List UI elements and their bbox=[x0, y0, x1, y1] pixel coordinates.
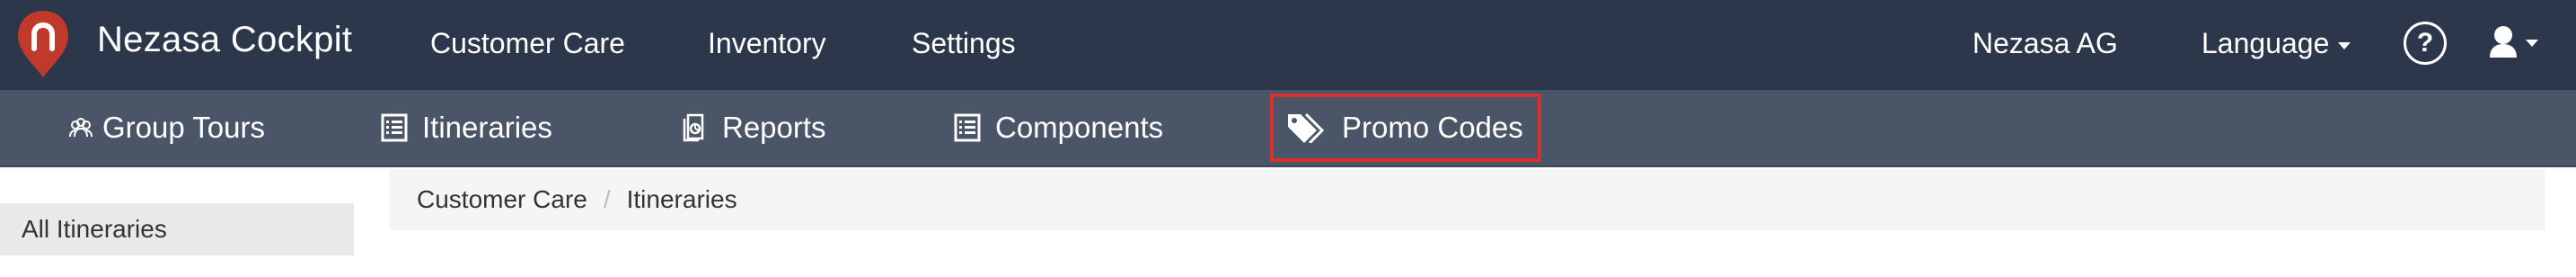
subnav-label: Reports bbox=[722, 111, 826, 144]
user-menu-button[interactable] bbox=[2488, 23, 2551, 63]
user-icon bbox=[2490, 26, 2517, 58]
language-dropdown[interactable]: Language bbox=[2201, 23, 2351, 63]
chevron-down-icon bbox=[2338, 41, 2351, 49]
promo-codes-highlight-box bbox=[1270, 94, 1541, 162]
list-icon bbox=[381, 113, 408, 142]
subnav-label: Group Tours bbox=[102, 111, 265, 144]
subnav-itineraries[interactable]: Itineraries bbox=[381, 106, 552, 149]
breadcrumb-customer-care[interactable]: Customer Care bbox=[417, 185, 587, 214]
topnav-settings[interactable]: Settings bbox=[912, 23, 1016, 63]
breadcrumb-separator: / bbox=[603, 185, 611, 213]
breadcrumb-itineraries: Itineraries bbox=[626, 185, 737, 213]
subnav-label: Itineraries bbox=[422, 111, 552, 144]
list-icon bbox=[954, 113, 981, 142]
company-name[interactable]: Nezasa AG bbox=[1972, 23, 2118, 63]
language-label: Language bbox=[2201, 27, 2330, 59]
sidebar-item-all-itineraries[interactable]: All Itineraries bbox=[0, 203, 354, 255]
topnav-inventory[interactable]: Inventory bbox=[708, 23, 826, 63]
subnav-group-tours[interactable]: Group Tours bbox=[68, 106, 265, 149]
subnav-components[interactable]: Components bbox=[954, 106, 1163, 149]
chevron-down-icon bbox=[2526, 40, 2538, 47]
help-button[interactable]: ? bbox=[2404, 22, 2447, 65]
topnav-customer-care[interactable]: Customer Care bbox=[430, 23, 625, 63]
breadcrumb: Customer Care / Itineraries bbox=[390, 169, 2545, 230]
nezasa-logo-icon[interactable] bbox=[14, 7, 72, 79]
top-navbar: Nezasa Cockpit Customer Care Inventory S… bbox=[0, 0, 2576, 90]
subnav-reports[interactable]: Reports bbox=[681, 106, 826, 149]
group-icon bbox=[69, 118, 93, 138]
question-mark-icon: ? bbox=[2416, 28, 2434, 58]
app-title[interactable]: Nezasa Cockpit bbox=[97, 16, 352, 63]
subnav-label: Components bbox=[995, 111, 1164, 144]
report-icon bbox=[683, 113, 704, 142]
